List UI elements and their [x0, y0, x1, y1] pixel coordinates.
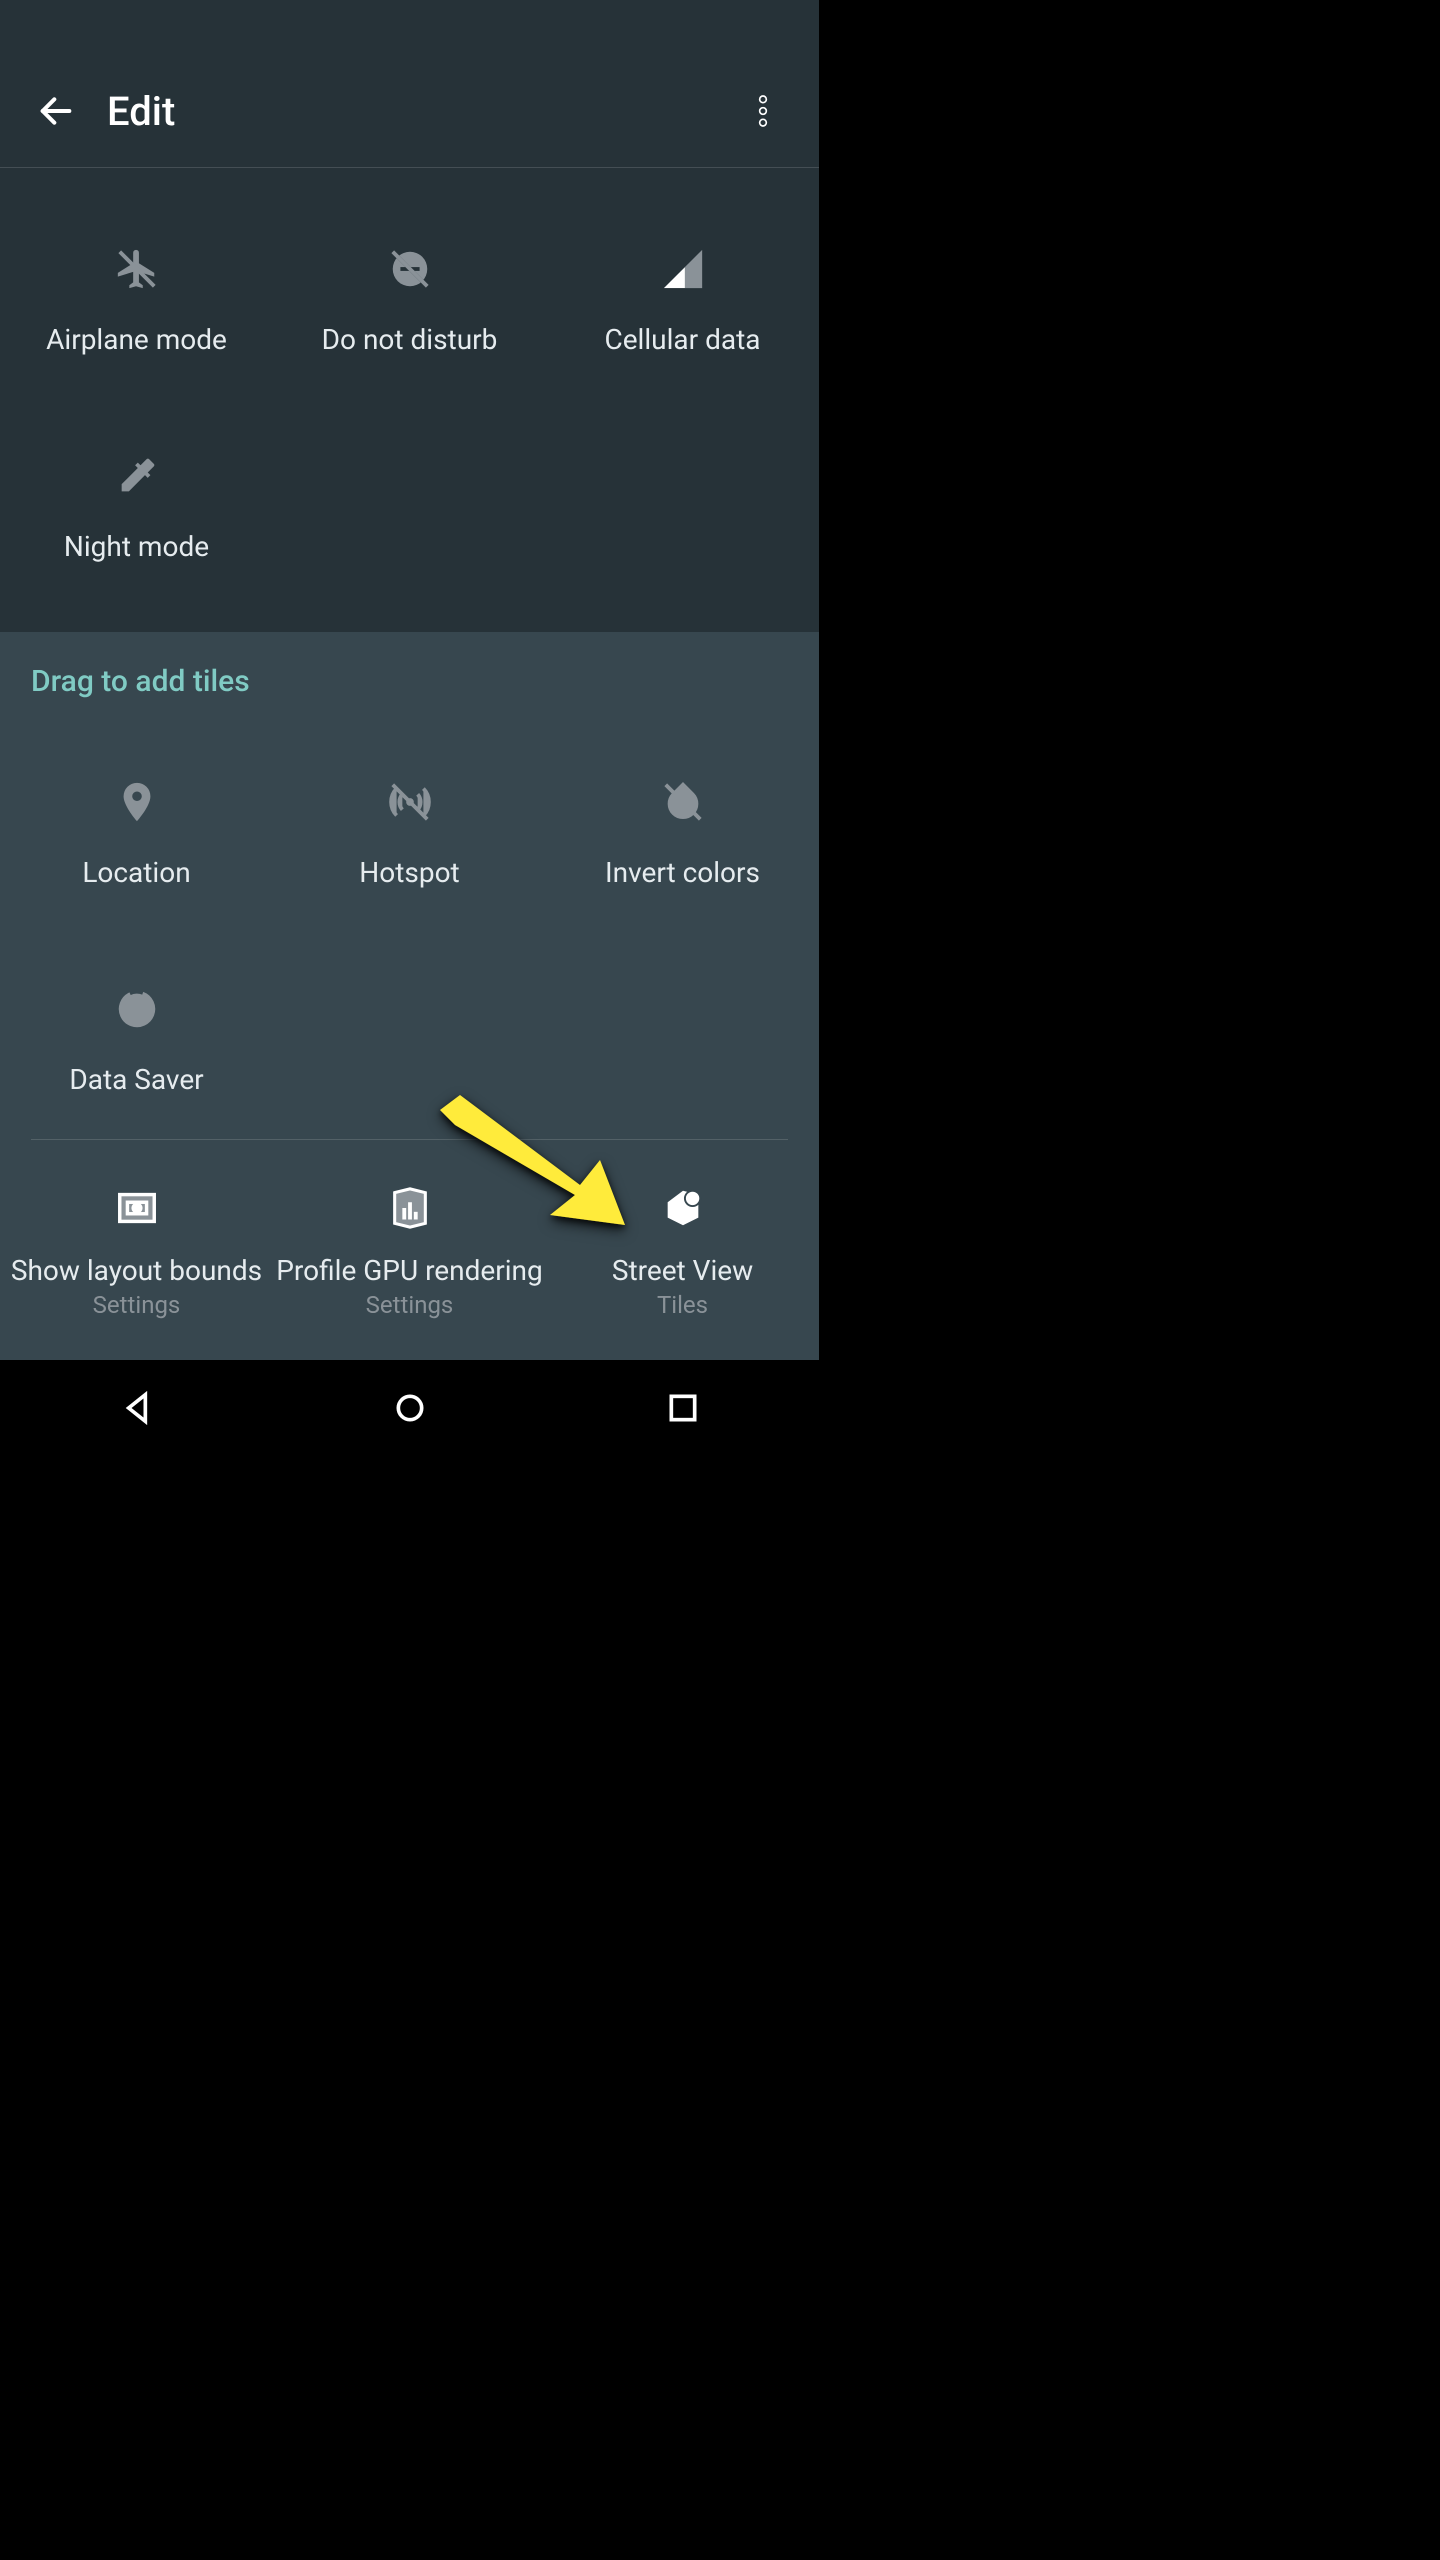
tile-do-not-disturb[interactable]: Do not disturb	[273, 192, 546, 399]
tile-label: Data Saver	[69, 1063, 203, 1096]
tile-sublabel: Settings	[93, 1291, 181, 1319]
nav-back-icon	[117, 1388, 157, 1428]
overflow-menu-button[interactable]	[715, 63, 811, 159]
location-icon	[109, 774, 165, 830]
android-navbar	[0, 1360, 819, 1456]
tile-label: Night mode	[64, 530, 209, 563]
tile-profile-gpu[interactable]: Profile GPU rendering Settings	[273, 1140, 546, 1352]
tile-label: Profile GPU rendering	[276, 1254, 542, 1287]
available-tiles-grid-b: Show layout bounds Settings Profile GPU …	[0, 1140, 819, 1352]
data-saver-icon	[109, 981, 165, 1037]
tile-data-saver[interactable]: Data Saver	[0, 932, 273, 1139]
tile-sublabel: Tiles	[657, 1291, 708, 1319]
tile-label: Airplane mode	[46, 323, 227, 356]
street-view-icon	[655, 1180, 711, 1236]
arrow-back-icon	[36, 91, 76, 131]
nav-home-icon	[390, 1388, 430, 1428]
dnd-off-icon	[382, 241, 438, 297]
tile-night-mode[interactable]: Night mode	[0, 399, 273, 606]
tile-label: Street View	[612, 1254, 753, 1287]
eyedropper-icon	[109, 448, 165, 504]
nav-back-button[interactable]	[57, 1360, 217, 1456]
nav-recent-button[interactable]	[603, 1360, 763, 1456]
tile-show-layout-bounds[interactable]: Show layout bounds Settings	[0, 1140, 273, 1352]
tile-sublabel: Settings	[366, 1291, 454, 1319]
tile-cellular-data[interactable]: Cellular data	[546, 192, 819, 399]
airplane-off-icon	[109, 241, 165, 297]
tile-label: Invert colors	[605, 856, 760, 889]
gpu-profile-icon	[382, 1180, 438, 1236]
app-bar: Edit	[0, 55, 819, 167]
layout-bounds-icon	[109, 1180, 165, 1236]
active-tiles-grid: Airplane mode Do not disturb Cellular da…	[0, 168, 819, 606]
tile-label: Cellular data	[604, 323, 760, 356]
more-vert-icon	[743, 91, 783, 131]
nav-recent-icon	[663, 1388, 703, 1428]
available-tiles-grid-a: Location Hotspot Invert colors Data Save…	[0, 725, 819, 1139]
invert-colors-off-icon	[655, 774, 711, 830]
tile-airplane-mode[interactable]: Airplane mode	[0, 192, 273, 399]
status-bar	[0, 0, 819, 55]
available-tiles-section: Drag to add tiles Location Hotspot Inver…	[0, 632, 819, 1360]
tile-label: Location	[82, 856, 190, 889]
tile-location[interactable]: Location	[0, 725, 273, 932]
screen: Edit Airplane mode Do not disturb Cellul…	[0, 0, 819, 1360]
page-title: Edit	[107, 88, 175, 135]
tile-invert-colors[interactable]: Invert colors	[546, 725, 819, 932]
tile-hotspot[interactable]: Hotspot	[273, 725, 546, 932]
tile-street-view[interactable]: Street View Tiles	[546, 1140, 819, 1352]
tile-label: Do not disturb	[322, 323, 498, 356]
tile-label: Hotspot	[359, 856, 459, 889]
back-button[interactable]	[8, 63, 104, 159]
hotspot-off-icon	[382, 774, 438, 830]
section-title: Drag to add tiles	[0, 632, 819, 725]
tile-label: Show layout bounds	[11, 1254, 262, 1287]
nav-home-button[interactable]	[330, 1360, 490, 1456]
cellular-data-icon	[655, 241, 711, 297]
